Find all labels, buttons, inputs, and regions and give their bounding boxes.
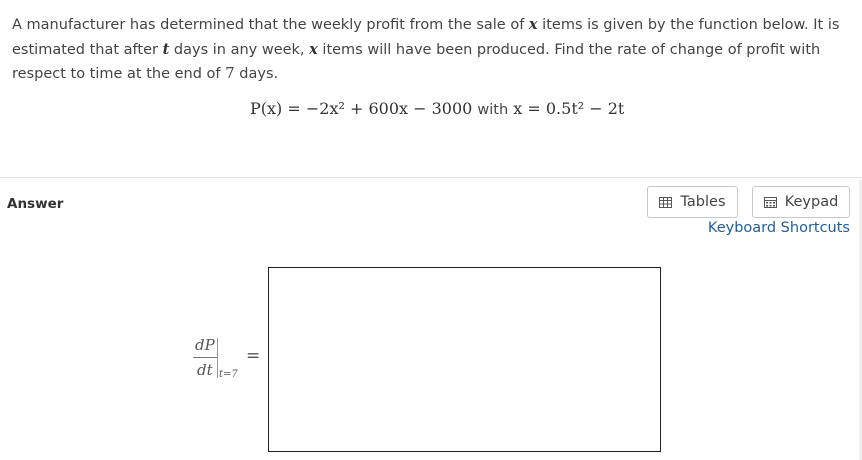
tables-button-label: Tables [680,194,726,210]
tables-button[interactable]: Tables [647,186,738,218]
equals-sign: = [246,346,261,366]
calculator-icon [763,196,777,208]
derivative-denominator: dt [197,361,213,379]
table-grid-icon [659,196,673,208]
evaluation-bar [217,338,218,378]
problem-text: A manufacturer has determined that the w… [12,13,842,87]
problem-text-part: days. [234,66,279,82]
derivative-numerator: dP [195,336,215,354]
answer-input[interactable] [268,267,661,452]
section-divider [0,177,862,178]
answer-label: Answer [7,196,64,212]
fraction-bar [193,357,217,358]
keyboard-shortcuts-link[interactable]: Keyboard Shortcuts [708,220,850,236]
problem-text-part: days in any week, [169,41,310,58]
keypad-button[interactable]: Keypad [752,186,850,218]
profit-function: P(x) = −2x² + 600x − 3000 [250,99,473,118]
days-number: 7 [225,64,235,82]
equation-connector: with [477,102,509,118]
evaluation-point: t=7 [219,369,238,380]
profit-equation: P(x) = −2x² + 600x − 3000 with x = 0.5t²… [250,99,624,118]
variable-x: x [528,16,538,33]
variable-x: x [309,40,318,58]
keypad-button-label: Keypad [784,194,839,210]
production-function: x = 0.5t² − 2t [513,99,625,118]
problem-text-part: A manufacturer has determined that the w… [12,17,529,33]
